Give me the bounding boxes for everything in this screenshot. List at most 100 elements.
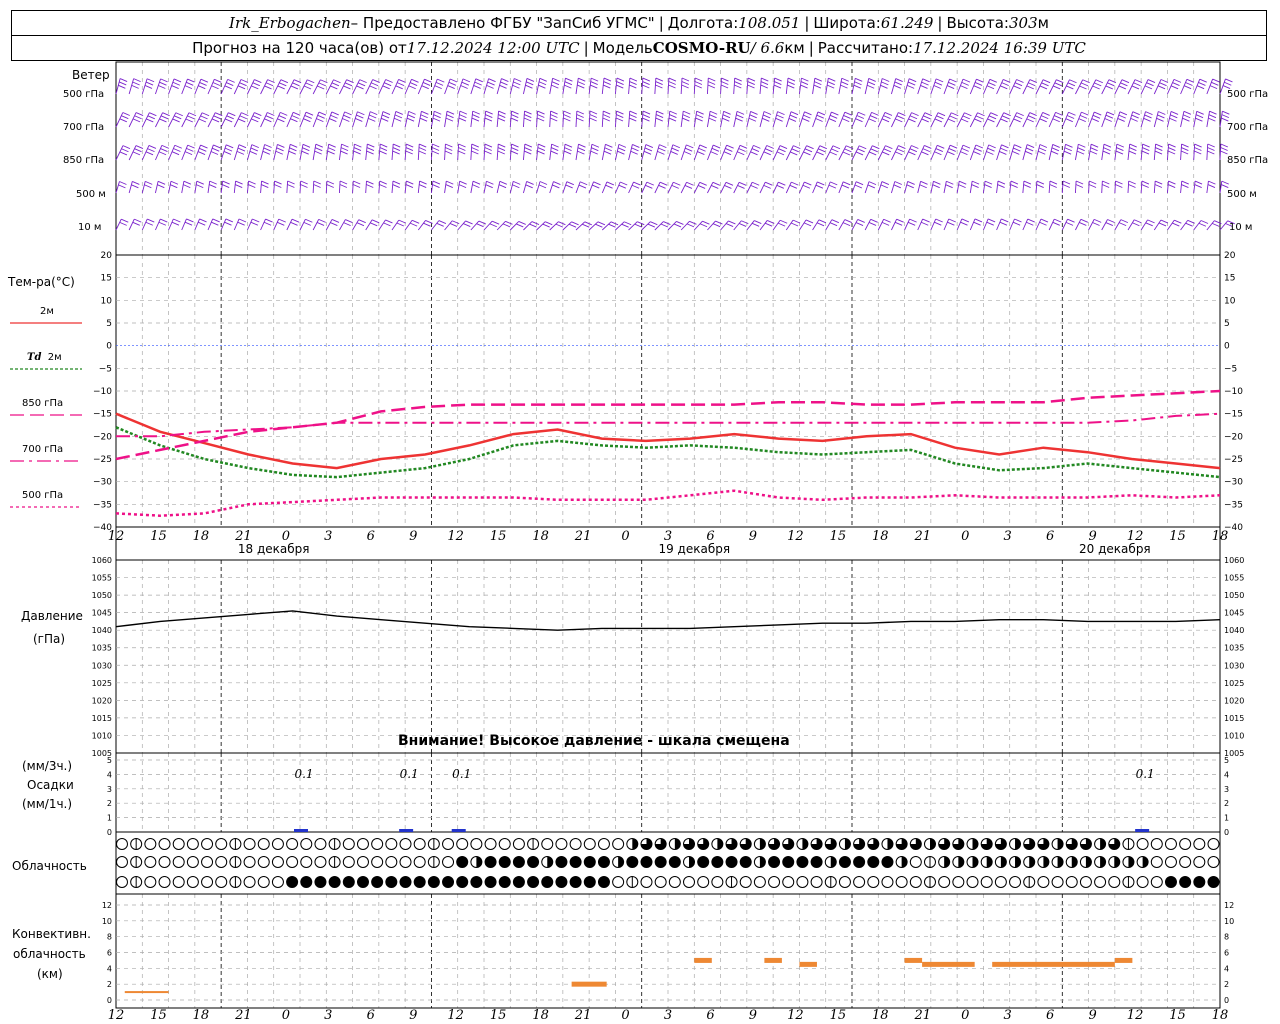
wind-barb-flag [1116,147,1124,152]
cloud-circle [796,876,809,888]
wind-barb-flag [987,118,995,123]
wind-barb-flag [538,84,546,89]
wind-barb [168,112,183,128]
cloud-symbol [923,838,936,850]
wind-barb-flag [447,85,455,89]
wind-barb-flag [1094,218,1102,223]
wind-barb-flag [1115,150,1124,155]
cloud-circle [172,876,185,888]
temp-tick-label-right: 0 [1224,342,1230,352]
wind-barb-flag [997,184,1005,188]
cloud-symbol [640,838,653,850]
wind-barb [286,111,301,128]
wind-barb-flag [1225,78,1233,83]
wind-barb-flag [565,184,573,189]
wind-barb-flag [920,180,928,185]
wind-barb-flag [580,181,588,186]
cloud-symbol [541,838,554,850]
wind-barb-flag [934,81,943,86]
legend-t500-label: 500 гПа [22,490,64,501]
wind-barb [614,110,624,128]
cloud-symbol [782,838,795,850]
wind-barb [260,218,273,231]
wind-barb-flag [642,110,651,115]
cloud-symbol [626,838,639,850]
wind-barb-flag [238,144,247,149]
date-label: 18 декабря [238,542,310,556]
wind-barb-flag [767,220,775,224]
wind-barb-flag [695,114,704,119]
wind-barb [917,78,930,95]
cloud-fill [555,856,567,868]
wind-barb-flag [997,180,1006,185]
pressure-tick-label-right: 1035 [1224,644,1244,653]
wind-barb-flag [894,181,902,185]
precip-bar [399,829,414,832]
cloud-circle [186,838,199,850]
cloud-symbol [1136,838,1149,850]
wind-barb [194,78,209,95]
wind-barb [430,143,440,161]
cloud-fill [796,856,808,868]
wind-barb-flag [629,81,637,85]
wind-barb-flag [765,148,773,153]
hour-tick-label-bottom: 0 [961,1008,969,1023]
wind-barb-flag [867,184,876,189]
wind-barb [391,219,406,231]
wind-barb-flag [921,118,929,123]
wind-barb-flag [1168,143,1176,148]
pressure-tick-label: 1050 [92,591,112,600]
wind-barb-flag [947,118,956,123]
wind-barb-flag [842,151,851,156]
wind-barb-flag [829,151,837,156]
wind-barb [1101,219,1115,231]
hour-tick-label: 15 [490,529,507,544]
wind-barb-flag [1155,180,1163,185]
wind-barb-flag [934,221,942,226]
wind-barb-flag [1088,184,1097,188]
cloud-symbol [229,876,242,888]
hour-tick-label: 0 [961,529,969,544]
wind-barb [286,218,300,231]
wind-barb [522,181,534,194]
wind-barb-flag [962,78,971,83]
cloud-symbol [697,838,710,850]
cloud-circle [257,838,270,850]
wind-barb-flag [196,180,204,185]
wind-barb-flag [537,114,545,118]
cloud-circle [1164,856,1177,868]
wind-barb-flag [776,151,785,156]
cloud-symbol [130,838,143,850]
wind-barb-flag [186,147,194,152]
wind-barb [1140,219,1155,231]
cloud-circle [172,856,185,868]
wind-barb-staff [483,220,493,231]
wind-barb-flag [603,77,612,82]
wind-barb-staff [654,181,661,194]
wind-barb-flag [1199,78,1207,83]
wind-barb [838,77,849,95]
wind-barb-flag [209,184,217,188]
cloud-circle [980,876,993,888]
wind-barb [536,221,553,231]
wind-barb [128,218,142,231]
wind-barb-flag [1181,143,1189,148]
wind-barb [483,220,500,231]
wind-barb-flag [339,184,348,188]
wind-barb-flag [1129,143,1137,148]
wind-barb-flag [739,144,748,149]
wind-barb-flag [974,218,983,223]
wind-barb [207,112,223,128]
wind-barb-flag [223,151,232,155]
cloud-symbol [938,838,951,850]
cloud-fill [570,876,582,888]
pressure-tick-label: 1055 [92,574,112,583]
wind-barb-flag [694,84,702,89]
pressure-tick-label: 1040 [92,626,112,635]
wind-barb-flag [368,117,376,122]
wind-barb-flag [267,112,275,116]
wind-barb [1153,111,1166,128]
cloud-symbol [456,838,469,850]
wind-barb-flag [539,181,548,185]
wind-barb [877,112,893,128]
